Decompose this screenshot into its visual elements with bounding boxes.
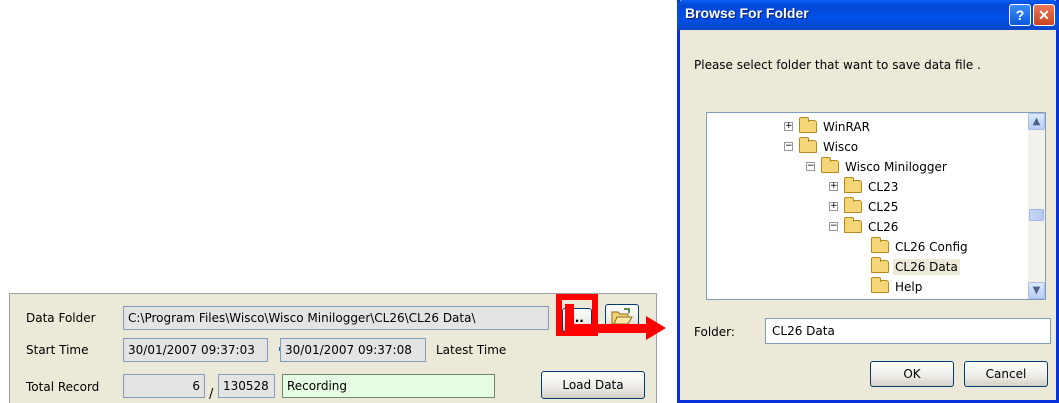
scroll-up-icon[interactable]: ▲ [1028, 113, 1045, 130]
tree-item-wisco[interactable]: − Wisco [784, 137, 860, 159]
load-data-button[interactable]: Load Data [541, 371, 645, 399]
tree-scrollbar[interactable]: ▲ ▼ [1028, 113, 1045, 299]
expand-icon[interactable]: + [784, 122, 793, 131]
status-field: Recording [282, 374, 495, 398]
collapse-icon[interactable]: − [784, 142, 793, 151]
tree-item-cl26-config[interactable]: CL26 Config [871, 237, 970, 259]
dialog-title: Browse For Folder [685, 5, 809, 21]
folder-icon [844, 197, 862, 213]
callout-arrow-head [646, 316, 666, 340]
browse-folder-dialog: Browse For Folder ? ✕ Please select fold… [677, 0, 1059, 403]
total-record-label: Total Record [26, 380, 100, 394]
expand-icon[interactable]: + [829, 182, 838, 191]
folder-input[interactable] [765, 318, 1051, 344]
folder-icon [799, 117, 817, 133]
dialog-prompt: Please select folder that want to save d… [694, 58, 981, 72]
collapse-icon[interactable]: − [806, 162, 815, 171]
folder-icon [844, 177, 862, 193]
ok-button[interactable]: OK [870, 361, 954, 387]
start-time-field: 30/01/2007 09:37:03 [123, 338, 268, 362]
help-button[interactable]: ? [1009, 4, 1031, 26]
folder-icon [799, 137, 817, 153]
start-time-label: Start Time [26, 343, 89, 357]
tree-item-cl26[interactable]: − CL26 [829, 217, 900, 239]
tree-item-help[interactable]: Help [871, 277, 924, 299]
tree-item-wisco-minilogger[interactable]: − Wisco Minilogger [806, 157, 949, 179]
tree-item-cl26-data[interactable]: CL26 Data [871, 257, 960, 279]
folder-icon [821, 157, 839, 173]
record-count-field: 6 [123, 374, 205, 398]
tree-item-winrar[interactable]: + WinRAR [784, 117, 872, 139]
record-separator: / [209, 387, 214, 402]
collapse-icon[interactable]: − [829, 222, 838, 231]
dialog-title-bar[interactable]: Browse For Folder ? ✕ [677, 0, 1059, 30]
data-panel: Data Folder C:\Program Files\Wisco\Wisco… [9, 293, 657, 403]
record-total-field: 130528 [218, 374, 275, 398]
folder-icon [844, 217, 862, 233]
tree-item-cl23[interactable]: + CL23 [829, 177, 900, 199]
latest-time-label: Latest Time [436, 343, 507, 357]
folder-icon [871, 237, 889, 253]
folder-tree[interactable]: + WinRAR − Wisco − Wisco Minilogger + CL23 +… [706, 112, 1046, 300]
data-folder-field[interactable]: C:\Program Files\Wisco\Wisco Minilogger\… [123, 306, 549, 330]
callout-arrow-horizontal [565, 324, 651, 333]
latest-time-field: 30/01/2007 09:37:08 [280, 338, 426, 362]
folder-label: Folder: [694, 325, 735, 339]
tree-item-cl25[interactable]: + CL25 [829, 197, 900, 219]
expand-icon[interactable]: + [829, 202, 838, 211]
folder-icon [871, 277, 889, 293]
scroll-thumb[interactable] [1029, 209, 1044, 221]
close-button[interactable]: ✕ [1033, 4, 1055, 26]
scroll-down-icon[interactable]: ▼ [1028, 282, 1045, 299]
cancel-button[interactable]: Cancel [964, 361, 1048, 387]
data-folder-label: Data Folder [26, 311, 96, 325]
open-folder-icon [871, 257, 889, 273]
